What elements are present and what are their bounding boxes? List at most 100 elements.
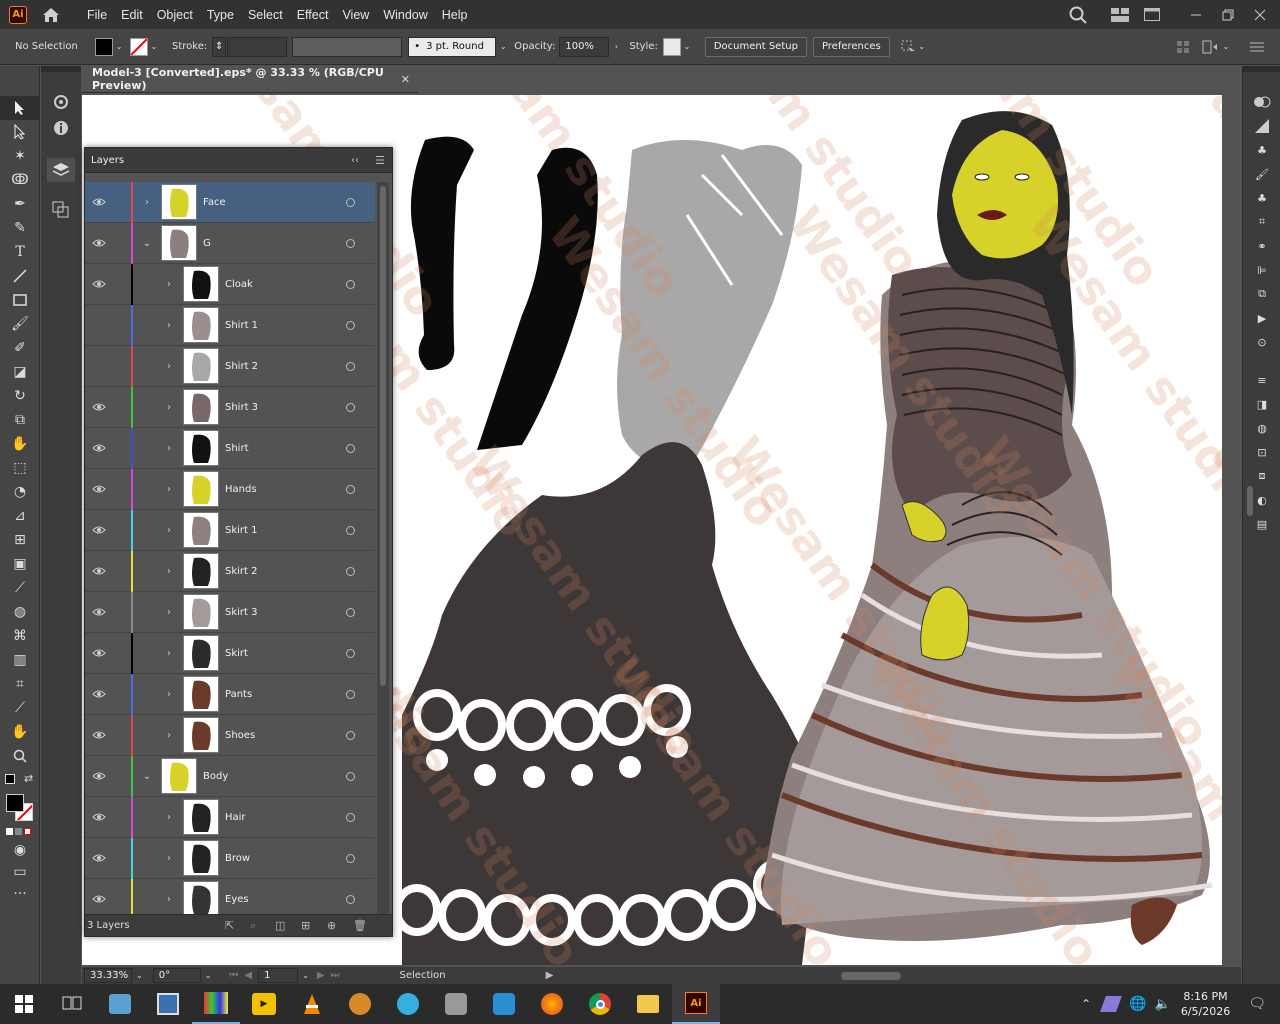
zoom-tool-icon[interactable] bbox=[0, 744, 40, 768]
layer-name[interactable]: Brow bbox=[225, 853, 250, 864]
collect-export-icon[interactable]: ⇱ bbox=[225, 919, 234, 932]
visibility-eye-icon[interactable] bbox=[92, 689, 106, 699]
layer-name[interactable]: Cloak bbox=[225, 279, 253, 290]
vlc-icon[interactable] bbox=[288, 984, 336, 1024]
maximize-icon[interactable] bbox=[1216, 3, 1240, 27]
fill-dropdown-icon[interactable]: ⌄ bbox=[113, 38, 125, 56]
target-circle-icon[interactable] bbox=[346, 238, 355, 248]
layer-name[interactable]: Shirt 3 bbox=[225, 402, 258, 413]
links-panel-icon[interactable]: ⚭ bbox=[1243, 234, 1280, 258]
first-artboard-icon[interactable]: ⏮ bbox=[229, 970, 238, 981]
preferences-button[interactable]: Preferences bbox=[812, 36, 890, 57]
menu-help[interactable]: Help bbox=[435, 8, 475, 22]
visibility-eye-icon[interactable] bbox=[92, 607, 106, 617]
transform-dropdown-icon[interactable]: ⌄ bbox=[1220, 38, 1232, 56]
warp-tool-icon[interactable]: ✋ bbox=[0, 432, 40, 456]
stroke-weight-stepper[interactable]: ⇕ bbox=[212, 36, 227, 57]
color-panel-icon[interactable] bbox=[1243, 90, 1280, 114]
edit-toolbar-icon[interactable]: ··· bbox=[0, 883, 40, 905]
expand-chevron-icon[interactable]: › bbox=[163, 443, 175, 454]
layer-row-face[interactable]: › Face bbox=[85, 182, 375, 223]
select-similar-dropdown-icon[interactable]: ⌄ bbox=[916, 38, 928, 56]
layer-row-brow[interactable]: › Brow bbox=[85, 838, 375, 879]
visibility-eye-icon[interactable] bbox=[92, 812, 106, 822]
layer-row-shirt[interactable]: › Shirt bbox=[85, 428, 375, 469]
color-mode-icon[interactable] bbox=[6, 828, 13, 835]
next-artboard-icon[interactable]: ▶ bbox=[317, 970, 325, 981]
color-guide-panel-icon[interactable] bbox=[1243, 114, 1280, 138]
file-explorer-icon[interactable] bbox=[624, 984, 672, 1024]
clock[interactable]: 8:16 PM 6/5/2026 bbox=[1181, 989, 1230, 1019]
style-dropdown-icon[interactable]: ⌄ bbox=[681, 38, 693, 56]
expand-chevron-icon[interactable]: › bbox=[141, 197, 153, 208]
expand-chevron-icon[interactable]: › bbox=[163, 812, 175, 823]
shape-builder-tool-icon[interactable]: ◔ bbox=[0, 480, 40, 504]
symbols-panel-icon[interactable]: ♣ bbox=[1243, 186, 1280, 210]
visibility-eye-icon[interactable] bbox=[92, 566, 106, 576]
opacity-arrow-icon[interactable]: › bbox=[609, 38, 623, 56]
visibility-eye-icon[interactable] bbox=[92, 320, 106, 330]
layers-scrollbar[interactable] bbox=[377, 182, 389, 914]
target-circle-icon[interactable] bbox=[346, 566, 355, 576]
layer-row-g[interactable]: ⌄ G bbox=[85, 223, 375, 264]
collapse-chevron-icon[interactable]: ⌄ bbox=[141, 771, 153, 782]
design-app-icon[interactable] bbox=[480, 984, 528, 1024]
layer-row-pants[interactable]: › Pants bbox=[85, 674, 375, 715]
brush-definition[interactable]: • 3 pt. Round bbox=[408, 36, 497, 57]
variable-width-profile[interactable] bbox=[292, 36, 403, 57]
target-circle-icon[interactable] bbox=[346, 279, 355, 289]
volume-icon[interactable]: 🔈 bbox=[1155, 997, 1171, 1012]
artboard-dropdown-icon[interactable]: ⌄ bbox=[302, 971, 309, 980]
align-panel-icon[interactable]: ⊫ bbox=[1243, 258, 1280, 282]
layer-name[interactable]: Shirt bbox=[225, 443, 249, 454]
create-sublayer-icon[interactable]: ⊞ bbox=[301, 919, 310, 932]
locate-object-icon[interactable]: ⌕ bbox=[250, 919, 256, 933]
visibility-eye-icon[interactable] bbox=[92, 648, 106, 658]
select-similar-icon[interactable] bbox=[900, 39, 916, 55]
home-icon[interactable] bbox=[40, 4, 62, 26]
layer-row-body[interactable]: ⌄ Body bbox=[85, 756, 375, 797]
menu-edit[interactable]: Edit bbox=[114, 8, 150, 22]
swap-colors-icon[interactable]: ⇄ bbox=[24, 772, 33, 785]
actions-panel-icon[interactable]: ▶ bbox=[1243, 306, 1280, 330]
appearance-panel-icon[interactable]: ⊡ bbox=[1243, 440, 1280, 464]
panel-menu-icon[interactable]: ☰ bbox=[375, 154, 385, 167]
scale-tool-icon[interactable]: ⧉ bbox=[0, 408, 40, 432]
target-circle-icon[interactable] bbox=[346, 320, 355, 330]
make-clipping-mask-icon[interactable]: ◫ bbox=[275, 919, 285, 932]
delete-layer-icon[interactable]: 🗑 bbox=[353, 919, 367, 932]
info-panel-icon[interactable] bbox=[52, 119, 70, 140]
expand-chevron-icon[interactable]: › bbox=[163, 689, 175, 700]
visibility-eye-icon[interactable] bbox=[92, 402, 106, 412]
curvature-tool-icon[interactable]: ✎ bbox=[0, 216, 40, 240]
menu-type[interactable]: Type bbox=[200, 8, 241, 22]
previous-artboard-icon[interactable]: ◀ bbox=[244, 970, 252, 981]
type-tool-icon[interactable]: T bbox=[0, 240, 40, 264]
visibility-eye-icon[interactable] bbox=[92, 730, 106, 740]
show-hidden-icons-icon[interactable]: ⌃ bbox=[1081, 997, 1091, 1011]
close-document-icon[interactable]: ✕ bbox=[401, 73, 410, 86]
selection-tool-icon[interactable] bbox=[0, 96, 40, 120]
layer-name[interactable]: Skirt 1 bbox=[225, 525, 258, 536]
visibility-eye-icon[interactable] bbox=[92, 238, 106, 248]
brushes-panel-icon[interactable]: 🖌 bbox=[1243, 162, 1280, 186]
layer-row-skirt-2[interactable]: › Skirt 2 bbox=[85, 551, 375, 592]
menu-select[interactable]: Select bbox=[241, 8, 290, 22]
eyedropper-tool-icon[interactable]: ⟋ bbox=[0, 576, 40, 600]
artboards-panel-icon[interactable] bbox=[52, 201, 70, 222]
layer-name[interactable]: Skirt 2 bbox=[225, 566, 258, 577]
align-icon[interactable] bbox=[1176, 40, 1190, 54]
visibility-eye-icon[interactable] bbox=[92, 525, 106, 535]
target-circle-icon[interactable] bbox=[346, 197, 355, 207]
slice-tool-icon[interactable]: ⟋ bbox=[0, 696, 40, 720]
layer-name[interactable]: Skirt 3 bbox=[225, 607, 258, 618]
layer-name[interactable]: Shirt 1 bbox=[225, 320, 258, 331]
mixer-app-icon[interactable] bbox=[336, 984, 384, 1024]
opacity-input[interactable]: 100% bbox=[559, 36, 610, 57]
document-tab[interactable]: Model-3 [Converted].eps* @ 33.33 % (RGB/… bbox=[82, 66, 418, 93]
pathfinder-panel-icon[interactable]: ⧉ bbox=[1243, 282, 1280, 306]
layer-row-skirt-1[interactable]: › Skirt 1 bbox=[85, 510, 375, 551]
layer-name[interactable]: Eyes bbox=[225, 894, 249, 905]
layer-row-shirt-2[interactable]: › Shirt 2 bbox=[85, 346, 375, 387]
fill-color-icon[interactable] bbox=[6, 794, 24, 812]
